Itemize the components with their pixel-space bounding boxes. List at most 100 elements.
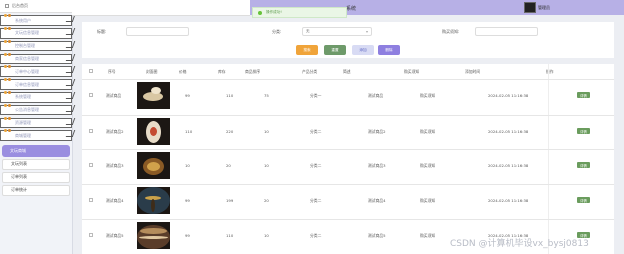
emoji-icon [4,13,12,18]
product-image [137,118,170,145]
sidebar-item[interactable]: 商城管理 [0,128,76,141]
sidebar-item-label: 公告消息管理 [15,107,39,113]
cell-desc: 测试商品2 [368,129,386,134]
row-divider [82,149,614,150]
column-header[interactable]: 库存 [218,69,226,75]
sidebar-item[interactable]: 系统用户 [0,13,76,26]
row-checkbox[interactable] [89,233,93,237]
emoji-icon [4,116,12,121]
sidebar-item[interactable]: 系统管理 [0,91,76,103]
column-divider [548,64,549,254]
row-checkbox[interactable] [89,163,93,167]
success-toast: 操作成功! [252,7,347,18]
search-button[interactable]: 搜索 [296,45,318,55]
row-checkbox[interactable] [89,129,93,133]
cell-category: 分类二 [310,198,322,203]
toast-text: 操作成功! [266,10,282,14]
sidebar-sub-stats[interactable]: 订单统计 [2,184,70,196]
cell-category: 分类二 [310,163,322,168]
sidebar-item-label: 订单中心管理 [15,68,39,74]
sidebar-item-label: 订单信息管理 [15,81,39,87]
cell-stock: 110 [226,233,234,238]
sidebar-item-label: 商家信息管理 [15,55,39,61]
sidebar-item-shop[interactable]: 文玩商城 [2,144,70,157]
add-button[interactable]: 添加 [352,45,374,55]
title-input[interactable] [126,27,189,36]
delete-button[interactable]: 删除 [378,45,400,55]
sidebar-sub-orders[interactable]: 订单列表 [2,171,70,183]
emoji-icon [4,39,12,44]
cell-category: 分类二 [310,129,322,134]
ribbon-tail-icon [65,79,76,87]
cell-time: 2024-02-05 11:16:38 [488,129,529,134]
cell-category: 分类二 [310,233,322,238]
row-checkbox[interactable] [89,93,93,97]
cell-sort: 20 [264,198,269,203]
check-icon [258,10,262,15]
emoji-icon [4,128,12,133]
avatar[interactable] [524,2,536,13]
sidebar-item-label: 系统用户 [15,17,31,23]
detail-button[interactable]: 详情 [577,197,590,203]
cell-price: 10 [185,163,190,168]
sidebar-item[interactable]: 文玩信息管理 [0,27,76,39]
title-label: 标题: [97,29,107,34]
column-header[interactable]: 序号 [108,69,116,75]
notice-label: 购买须知: [442,29,460,34]
sidebar-item[interactable]: 订单中心管理 [0,65,76,77]
sidebar-item-label: 文玩信息管理 [15,30,39,36]
detail-button[interactable]: 详情 [577,162,590,168]
reset-button[interactable]: 重置 [324,45,346,55]
cell-stock: 110 [226,93,234,98]
cell-time: 2024-02-05 11:16:38 [488,163,529,168]
column-header[interactable]: 简述 [343,69,351,75]
column-header[interactable]: 商品排序 [245,69,260,75]
ribbon-tail-icon [65,53,76,61]
ribbon-tail-icon [65,15,76,23]
top-bar: 系统 管理员 [72,0,624,16]
product-image [137,222,170,249]
sidebar-item[interactable]: 资源管理 [0,116,76,129]
ribbon-tail-icon [65,28,76,36]
cell-price: 99 [185,233,190,238]
cell-sort: 75 [264,93,269,98]
column-header[interactable]: 价格 [179,69,187,75]
cell-price: 99 [185,198,190,203]
sidebar-home[interactable]: 后台首页 [0,0,72,13]
user-name[interactable]: 管理员 [538,5,550,11]
notice-input[interactable] [475,27,538,36]
cell-desc: 测试商品5 [368,233,386,238]
cell-price: 110 [185,129,193,134]
cell-desc: 测试商品4 [368,198,386,203]
cell-stock: 199 [226,198,234,203]
filter-panel: 标题: 分类: 无 ▾ 购买须知: 搜索 重置 添加 删除 [82,22,614,58]
category-select[interactable]: 无 ▾ [302,27,372,36]
column-header[interactable]: 添加时间 [465,69,480,75]
column-header[interactable]: 产品分类 [302,69,317,75]
sidebar-item[interactable]: 商家信息管理 [0,52,76,65]
row-checkbox[interactable] [89,198,93,202]
column-header[interactable]: 封面图 [146,69,157,75]
cell-notice: 购买须知 [420,198,436,203]
emoji-icon [4,103,12,108]
cell-notice: 购买须知 [420,93,436,98]
system-title: 系统 [346,6,357,12]
sidebar-item[interactable]: 控制台管理 [0,39,76,52]
column-header[interactable]: 购买须知 [404,69,419,75]
cell-sort: 10 [264,233,269,238]
cell-category: 分类一 [310,93,322,98]
row-divider [82,184,614,185]
select-all-checkbox[interactable] [89,69,93,73]
cell-name: 测试商品 [106,93,122,98]
ribbon-tail-icon [65,66,76,74]
emoji-icon [4,52,12,57]
cell-price: 99 [185,93,190,98]
detail-button[interactable]: 详情 [577,92,590,98]
detail-button[interactable]: 详情 [577,128,590,134]
sidebar-item[interactable]: 公告消息管理 [0,103,76,116]
watermark: CSDN @计算机毕设vx_bysj0813 [450,239,589,249]
sidebar-item-label: 控制台管理 [15,43,35,49]
sidebar-sub-list[interactable]: 文玩列表 [2,158,70,170]
sidebar-item[interactable]: 订单信息管理 [0,78,76,90]
ribbon-tail-icon [65,92,76,100]
